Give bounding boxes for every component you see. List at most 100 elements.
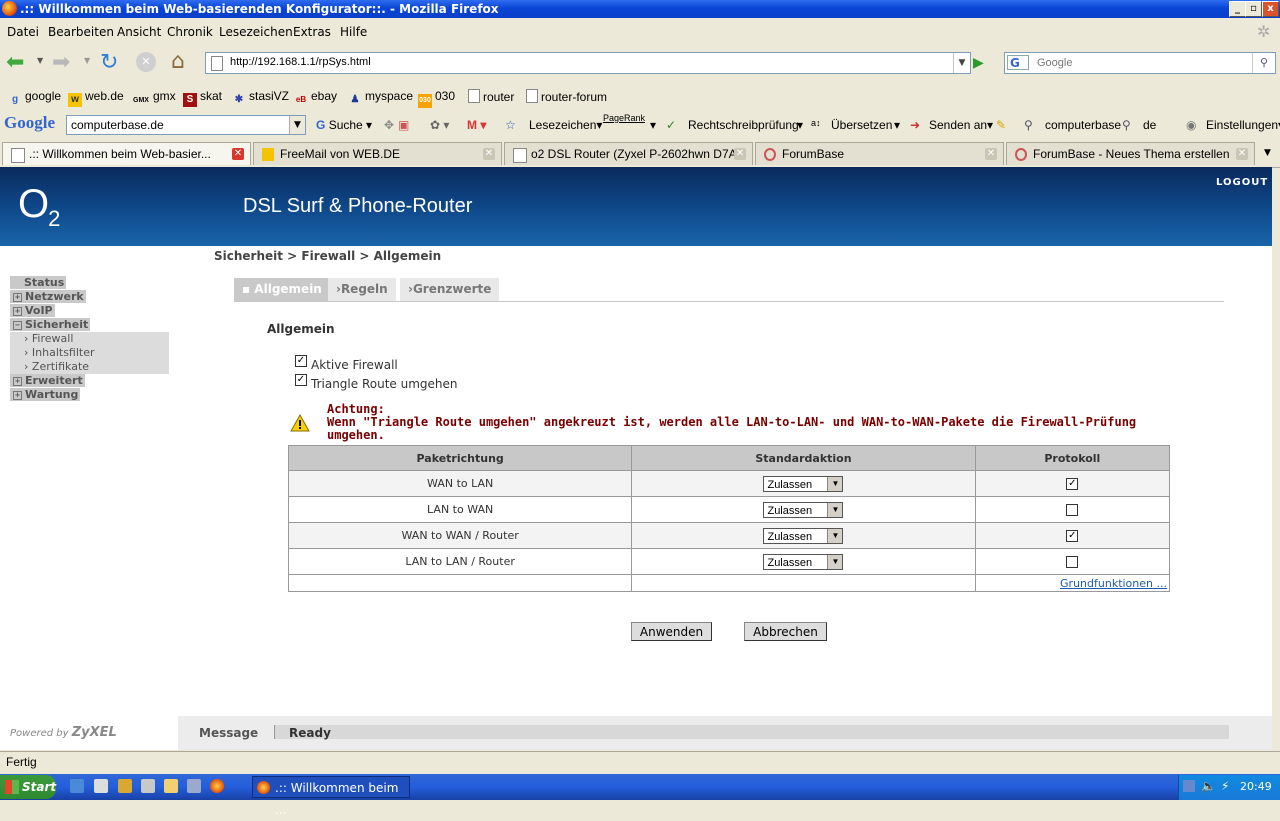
search-term-computerbase[interactable]: computerbase (1045, 118, 1121, 132)
sidebar-item-status[interactable]: Status (10, 276, 67, 289)
sidebar-subitem-firewall[interactable]: › Firewall (24, 332, 73, 345)
url-dropdown-icon[interactable]: ▼ (953, 53, 970, 73)
sidebar-item-sicherheit[interactable]: − Sicherheit (10, 318, 91, 331)
folder-icon[interactable] (164, 779, 178, 793)
menu-lesezeichen[interactable]: Lesezeichen (219, 25, 293, 39)
bookmark-router[interactable]: router (468, 89, 514, 104)
maximize-button[interactable]: ▫ (1245, 1, 1262, 17)
sidebar-subitem-inhaltsfilter[interactable]: › Inhaltsfilter (24, 346, 95, 359)
sidebar-item-erweitert[interactable]: + Erweitert (10, 374, 85, 387)
search-input[interactable]: Google (1037, 57, 1072, 69)
pagerank-label[interactable]: PageRank (603, 113, 645, 123)
translate-dropdown-icon[interactable]: ▾ (894, 118, 900, 132)
tab-allgemein[interactable]: ▪ Allgemein (234, 278, 330, 301)
ie-icon[interactable] (70, 779, 84, 793)
star-icon[interactable]: ☆ (505, 118, 516, 132)
volume-icon[interactable]: 🔈 (1201, 779, 1216, 793)
action-select[interactable]: Zulassen ▼ (763, 527, 844, 544)
bookmark-google[interactable]: g google (8, 89, 61, 107)
action-select[interactable]: Zulassen ▼ (763, 475, 844, 492)
sidebar-item-wartung[interactable]: + Wartung (10, 388, 81, 401)
popup-icon[interactable]: ▣ (398, 118, 409, 132)
close-tab-icon[interactable]: ✕ (985, 148, 997, 160)
search-icon[interactable]: ⚲ (1252, 53, 1275, 73)
device-icon[interactable] (187, 779, 201, 793)
menu-chronik[interactable]: Chronik (167, 25, 213, 39)
menu-bearbeiten[interactable]: Bearbeiten (48, 25, 114, 39)
menu-hilfe[interactable]: Hilfe (340, 25, 367, 39)
grundfunktionen-link[interactable]: Grundfunktionen ... (1060, 577, 1167, 590)
tab-forumbase-new-thread[interactable]: ForumBase - Neues Thema erstellen ✕ (1006, 142, 1255, 165)
search-term-de[interactable]: de (1143, 118, 1156, 132)
bookmark-webde[interactable]: w web.de (68, 89, 124, 107)
forward-dropdown-icon[interactable]: ▼ (84, 56, 90, 65)
menu-extras[interactable]: Extras (293, 25, 331, 39)
gmail-icon[interactable]: M ▾ (467, 118, 486, 132)
taskbar-window-firefox[interactable]: .:: Willkommen beim ... (252, 776, 410, 817)
spellcheck-button[interactable]: Rechtschreibprüfung (688, 118, 799, 132)
action-select[interactable]: Zulassen ▼ (763, 501, 844, 518)
lesezeichen-button[interactable]: Lesezeichen▾ (529, 118, 602, 132)
highlight-icon[interactable]: ✥ (384, 118, 394, 132)
log-checkbox[interactable]: ✓ (1066, 478, 1079, 490)
logout-link[interactable]: LOGOUT (1216, 177, 1268, 188)
notepad-icon[interactable] (118, 779, 132, 793)
start-button[interactable]: Start (0, 775, 56, 799)
close-tab-icon[interactable]: ✕ (232, 148, 244, 160)
tab-router-config[interactable]: .:: Willkommen beim Web-basier... ✕ (2, 142, 251, 165)
stop-icon[interactable]: ✕ (136, 52, 156, 72)
url-bar[interactable]: http://192.168.1.1/rpSys.html ▼ (205, 52, 971, 74)
action-select[interactable]: Zulassen ▼ (763, 553, 844, 570)
puzzle-icon[interactable]: ✿ ▾ (430, 118, 449, 132)
bookmark-gmx[interactable]: GMX gmx (132, 89, 176, 108)
google-search-input[interactable]: computerbase.de ▼ (66, 115, 306, 135)
translate-button[interactable]: Übersetzen (831, 118, 892, 132)
minimize-button[interactable]: _ (1229, 1, 1246, 17)
tab-grenzwerte[interactable]: ›Grenzwerte (400, 278, 500, 301)
triangle-route-checkbox[interactable]: ✓ (295, 374, 307, 386)
google-search-button[interactable]: G Suche ▾ (316, 118, 372, 132)
back-dropdown-icon[interactable]: ▼ (37, 56, 43, 65)
log-checkbox[interactable]: ✓ (1066, 530, 1079, 542)
pagerank-dropdown-icon[interactable]: ▾ (650, 118, 656, 132)
tab-webde[interactable]: FreeMail von WEB.DE ✕ (253, 142, 502, 165)
close-tab-icon[interactable]: ✕ (483, 148, 495, 160)
desktop-icon[interactable] (94, 779, 108, 793)
log-checkbox[interactable] (1066, 556, 1079, 568)
network-icon[interactable] (1183, 780, 1195, 792)
tab-o2-router[interactable]: o2 DSL Router (Zyxel P-2602hwn D7A... ✕ (504, 142, 753, 165)
bookmark-030[interactable]: 030 030 (418, 89, 455, 108)
active-firewall-checkbox[interactable]: ✓ (295, 355, 307, 367)
reload-icon[interactable]: ↻ (100, 50, 118, 75)
spellcheck-dropdown-icon[interactable]: ▾ (797, 118, 803, 132)
google-engine-icon[interactable]: G (1007, 55, 1029, 70)
sidebar-item-netzwerk[interactable]: + Netzwerk (10, 290, 86, 303)
back-icon[interactable]: ⬅ (6, 50, 24, 75)
tab-forumbase[interactable]: ForumBase ✕ (755, 142, 1004, 165)
home-icon[interactable]: ⌂ (171, 49, 185, 74)
menu-ansicht[interactable]: Ansicht (117, 25, 161, 39)
close-tab-icon[interactable]: ✕ (734, 148, 746, 160)
tab-list-dropdown-icon[interactable]: ▼ (1264, 148, 1271, 158)
connection-icon[interactable]: ⚡ (1221, 779, 1229, 793)
close-tab-icon[interactable]: ✕ (1236, 148, 1248, 160)
settings-button[interactable]: Einstellungen▾ (1206, 118, 1280, 132)
apply-button[interactable]: Anwenden (631, 622, 712, 641)
go-icon[interactable]: ▶ (973, 53, 993, 73)
send-button[interactable]: Senden an▾ (929, 118, 993, 132)
firefox-icon[interactable] (210, 779, 224, 793)
menu-datei[interactable]: Datei (7, 25, 39, 39)
log-checkbox[interactable] (1066, 504, 1079, 516)
chevron-down-icon[interactable]: ▼ (289, 116, 305, 134)
sidebar-subitem-zertifikate[interactable]: › Zertifikate (24, 360, 89, 373)
sidebar-item-voip[interactable]: + VoIP (10, 304, 55, 317)
forward-icon[interactable]: ➡ (52, 50, 70, 75)
cancel-button[interactable]: Abbrechen (744, 622, 827, 641)
bookmark-ebay[interactable]: eB ebay (294, 89, 337, 107)
bookmark-myspace[interactable]: ♟ myspace (348, 89, 414, 107)
bookmark-router-forum[interactable]: router-forum (526, 89, 607, 104)
pencil-icon[interactable]: ✎ (996, 118, 1006, 132)
bookmark-stasivz[interactable]: ✱ stasiVZ (232, 89, 289, 107)
tools-icon[interactable] (141, 779, 155, 793)
search-bar[interactable]: G Google ⚲ (1004, 52, 1276, 74)
